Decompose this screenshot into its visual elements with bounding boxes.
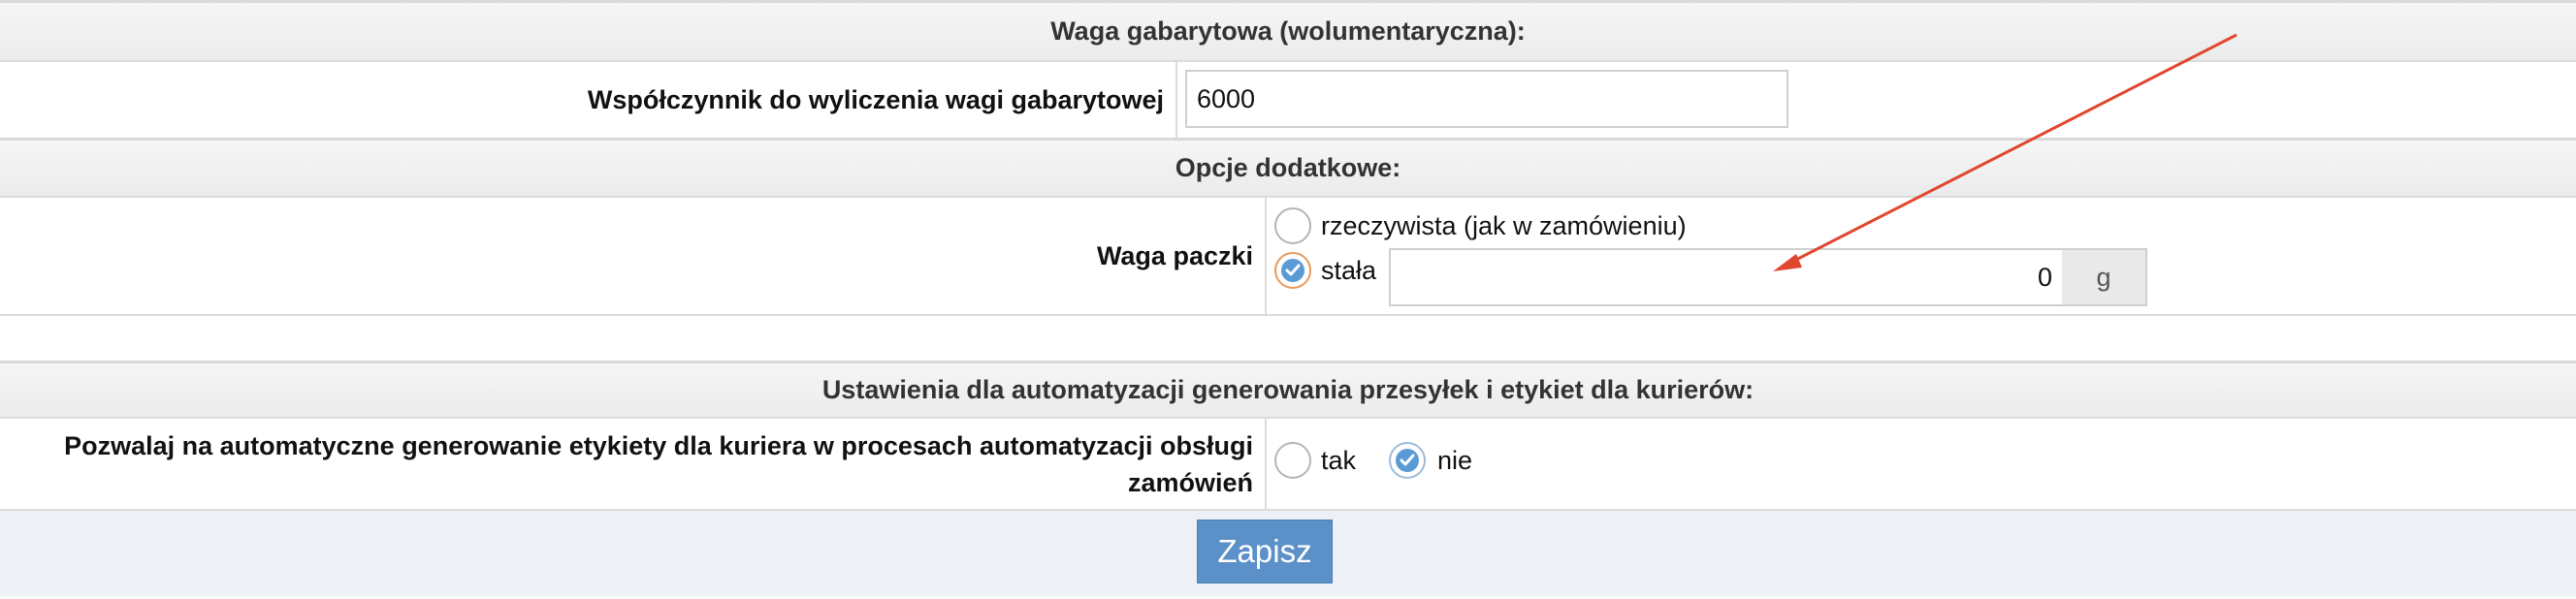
section-title: Opcje dodatkowe: xyxy=(1175,153,1401,182)
weight-unit-label: g xyxy=(2096,262,2111,292)
section-header-automation: Ustawienia dla automatyzacji generowania… xyxy=(0,361,2576,419)
auto-label-label-cell: Pozwalaj na automatyczne generowanie ety… xyxy=(0,419,1267,509)
auto-label-label-line1: Pozwalaj na automatyczne generowanie ety… xyxy=(64,430,1253,460)
row-auto-label: Pozwalaj na automatyczne generowanie ety… xyxy=(0,419,2576,511)
coefficient-input[interactable] xyxy=(1185,70,1788,128)
row-package-weight: Waga paczki rzeczywista (jak w zamówieni… xyxy=(0,198,2576,316)
package-weight-label-cell: Waga paczki xyxy=(0,198,1267,314)
fixed-weight-input[interactable] xyxy=(1389,248,2064,306)
auto-label-label: Pozwalaj na automatyczne generowanie ety… xyxy=(64,427,1253,501)
radio-auto-no[interactable] xyxy=(1389,442,1426,479)
radio-auto-yes[interactable] xyxy=(1274,442,1311,479)
row-coefficient: Współczynnik do wyliczenia wagi gabaryto… xyxy=(0,62,2576,140)
section-header-dimensional-weight: Waga gabarytowa (wolumentaryczna): xyxy=(0,0,2576,62)
section-title: Waga gabarytowa (wolumentaryczna): xyxy=(1050,16,1526,46)
auto-label-label-line2: zamówień xyxy=(1127,467,1253,497)
radio-weight-real[interactable] xyxy=(1274,207,1311,244)
package-weight-label: Waga paczki xyxy=(1096,240,1253,270)
section-header-additional-options: Opcje dodatkowe: xyxy=(0,138,2576,198)
coefficient-label-cell: Współczynnik do wyliczenia wagi gabaryto… xyxy=(0,62,1177,138)
coefficient-label: Współczynnik do wyliczenia wagi gabaryto… xyxy=(587,84,1164,114)
radio-weight-fixed[interactable] xyxy=(1274,252,1311,289)
radio-weight-real-label: rzeczywista (jak w zamówieniu) xyxy=(1321,211,1687,240)
radio-auto-no-label: nie xyxy=(1437,446,1473,475)
checkmark-icon xyxy=(1281,259,1304,282)
radio-weight-fixed-label: stała xyxy=(1321,256,1377,285)
checkmark-icon xyxy=(1396,449,1419,472)
section-title: Ustawienia dla automatyzacji generowania… xyxy=(821,375,1755,404)
radio-auto-yes-label: tak xyxy=(1321,446,1357,475)
save-button[interactable]: Zapisz xyxy=(1197,520,1333,583)
weight-unit-addon: g xyxy=(2062,248,2147,306)
